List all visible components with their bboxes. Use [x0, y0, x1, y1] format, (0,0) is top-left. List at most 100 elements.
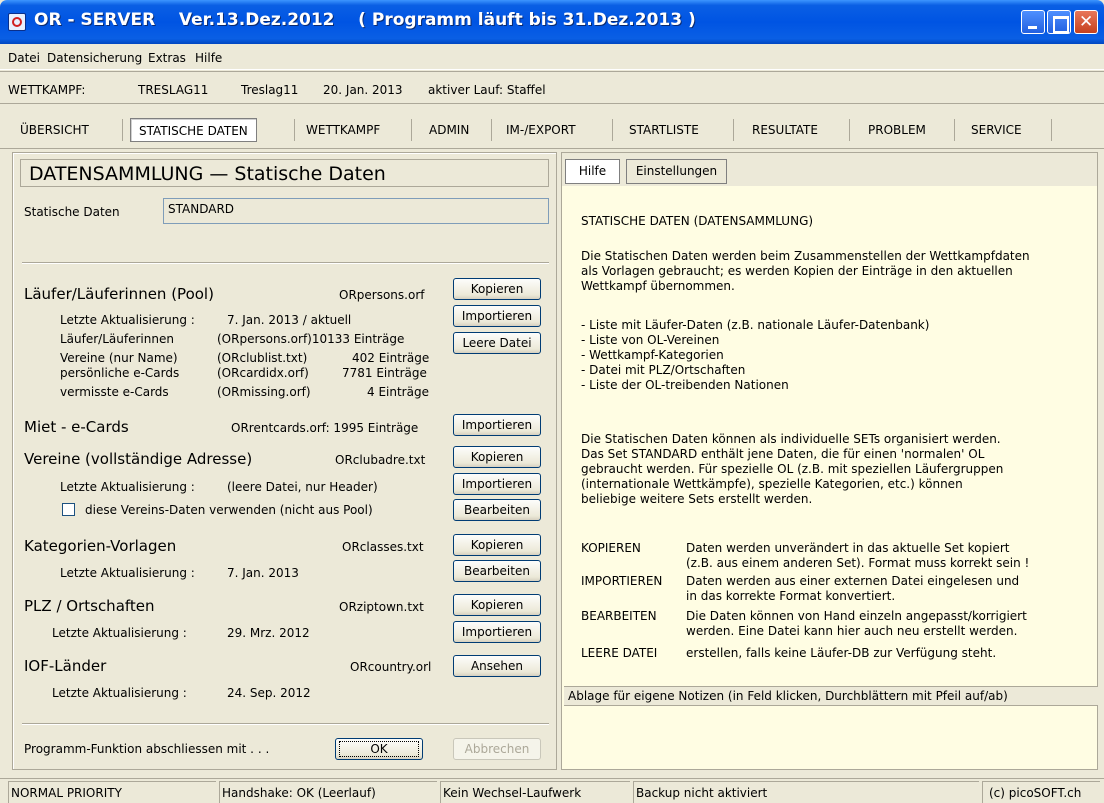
missing-row-label: vermisste e-Cards: [60, 385, 169, 399]
panel-title-box: DATENSAMMLUNG — Statische Daten: [20, 159, 549, 187]
clubs-row-label: Vereine (nur Name): [60, 351, 178, 365]
iof-file: ORcountry.orl: [350, 660, 432, 674]
menu-extras[interactable]: Extras: [148, 51, 186, 65]
wettkampf-label: WETTKAMPF:: [8, 83, 86, 97]
competition-info-bar: WETTKAMPF: TRESLAG11 Treslag11 20. Jan. …: [0, 71, 1104, 104]
def-desc-importieren: Daten werden aus einer externen Datei ei…: [686, 574, 1020, 603]
help-list: - Liste mit Läufer-Daten (z.B. nationale…: [581, 318, 930, 392]
menu-hilfe[interactable]: Hilfe: [195, 51, 222, 65]
footer-label: Programm-Funktion abschliessen mit . . .: [24, 742, 270, 756]
def-term-importieren: IMPORTIEREN: [581, 574, 663, 588]
iof-heading: IOF-Länder: [24, 657, 107, 675]
status-backup: Backup nicht aktiviert: [633, 781, 979, 803]
ok-button[interactable]: OK: [335, 738, 423, 760]
panel-title: DATENSAMMLUNG — Statische Daten: [29, 163, 386, 185]
categories-update-value: 7. Jan. 2013: [227, 566, 299, 580]
iof-ansehen-button[interactable]: Ansehen: [453, 655, 541, 677]
tab-admin[interactable]: ADMIN: [421, 118, 477, 142]
divider: [22, 723, 549, 725]
divider: [22, 262, 549, 264]
clubs-update-label: Letzte Aktualisierung :: [60, 480, 195, 494]
def-desc-kopieren: Daten werden unverändert in das aktuelle…: [686, 541, 1030, 570]
help-title: STATISCHE DATEN (DATENSAMMLUNG): [581, 214, 814, 228]
help-paragraph-2: Die Statischen Daten können als individu…: [581, 432, 1004, 506]
runners-leere-datei-button[interactable]: Leere Datei: [453, 332, 541, 354]
maximize-button[interactable]: [1047, 10, 1071, 34]
missing-row-file: (ORmissing.orf): [217, 385, 311, 399]
minimize-button[interactable]: [1021, 10, 1045, 34]
clubs-file: ORclubadre.txt: [335, 453, 426, 467]
plz-update-value: 29. Mrz. 2012: [227, 626, 310, 640]
def-term-bearbeiten: BEARBEITEN: [581, 609, 657, 623]
abbrechen-button[interactable]: Abbrechen: [453, 738, 541, 760]
tab-separator: [294, 119, 295, 141]
tab-resultate[interactable]: RESULTATE: [744, 118, 826, 142]
close-icon: ✕: [1079, 12, 1094, 32]
tab-separator: [612, 119, 613, 141]
tab-separator: [122, 119, 123, 141]
clubs-update-value: (leere Datei, nur Header): [227, 480, 378, 494]
runners-row-label: Läufer/Läuferinnen: [60, 332, 174, 346]
def-desc-bearbeiten: Die Daten können von Hand einzeln angepa…: [686, 609, 1027, 638]
clubs-bearbeiten-button[interactable]: Bearbeiten: [453, 499, 541, 521]
status-copyright: (c) picoSOFT.ch: [982, 781, 1100, 803]
clubs-kopieren-button[interactable]: Kopieren: [453, 446, 541, 468]
clubs-importieren-button[interactable]: Importieren: [453, 473, 541, 495]
tab-separator: [1051, 119, 1052, 141]
tab-hilfe[interactable]: Hilfe: [565, 159, 620, 184]
tab-problem[interactable]: PROBLEM: [860, 118, 934, 142]
iof-update-label: Letzte Aktualisierung :: [52, 686, 187, 700]
use-club-data-checkbox[interactable]: [62, 503, 75, 516]
menu-datensicherung[interactable]: Datensicherung: [47, 51, 142, 65]
missing-row-count: 4 Einträge: [367, 385, 429, 399]
categories-kopieren-button[interactable]: Kopieren: [453, 534, 541, 556]
window-title: OR - SERVER Ver.13.Dez.2012 ( Programm l…: [34, 10, 696, 30]
menu-bar: Datei Datensicherung Extras Hilfe: [0, 44, 1104, 70]
def-term-kopieren: KOPIEREN: [581, 541, 641, 555]
clubs-row-count: 402 Einträge: [352, 351, 430, 365]
use-club-data-label: diese Vereins-Daten verwenden (nicht aus…: [85, 503, 373, 517]
notes-bar[interactable]: Ablage für eigene Notizen (in Feld klick…: [564, 686, 1098, 706]
runners-file: ORpersons.orf: [339, 288, 425, 302]
categories-update-label: Letzte Aktualisierung :: [60, 566, 195, 580]
tab-wettkampf[interactable]: WETTKAMPF: [298, 118, 388, 142]
close-button[interactable]: ✕: [1074, 10, 1098, 34]
menu-datei[interactable]: Datei: [8, 51, 40, 65]
runners-update-value: 7. Jan. 2013 / aktuell: [227, 313, 352, 327]
ok-button-label: OK: [339, 741, 419, 757]
tab-separator: [411, 119, 412, 141]
clubs-row-file: (ORclublist.txt): [217, 351, 308, 365]
runners-row-file: (ORpersons.orf)10133 Einträge: [217, 332, 405, 346]
plz-update-label: Letzte Aktualisierung :: [52, 626, 187, 640]
ecards-row-count: 7781 Einträge: [342, 366, 427, 380]
categories-bearbeiten-button[interactable]: Bearbeiten: [453, 560, 541, 582]
rental-importieren-button[interactable]: Importieren: [453, 414, 541, 436]
status-handshake: Handshake: OK (Leerlauf): [219, 781, 437, 803]
ecards-row-file: (ORcardidx.orf): [217, 366, 309, 380]
tab-separator: [849, 119, 850, 141]
runners-update-label: Letzte Aktualisierung :: [60, 313, 195, 327]
status-priority: NORMAL PRIORITY: [8, 781, 216, 803]
main-tab-bar: ÜBERSICHT STATISCHE DATEN WETTKAMPF ADMI…: [0, 105, 1104, 149]
categories-heading: Kategorien-Vorlagen: [24, 537, 177, 555]
plz-heading: PLZ / Ortschaften: [24, 597, 155, 615]
categories-file: ORclasses.txt: [342, 540, 424, 554]
tab-separator: [491, 119, 492, 141]
plz-importieren-button[interactable]: Importieren: [453, 621, 541, 643]
tab-im-export[interactable]: IM-/EXPORT: [498, 118, 584, 142]
tab-einstellungen[interactable]: Einstellungen: [626, 159, 727, 184]
def-desc-leere-datei: erstellen, falls keine Läufer-DB zur Ver…: [686, 646, 997, 660]
active-run: aktiver Lauf: Staffel: [428, 83, 546, 97]
tab-uebersicht[interactable]: ÜBERSICHT: [12, 118, 97, 142]
runners-importieren-button[interactable]: Importieren: [453, 305, 541, 327]
app-icon[interactable]: [8, 13, 26, 31]
def-term-leere-datei: LEERE DATEI: [581, 646, 658, 660]
static-data-set-field[interactable]: STANDARD: [163, 198, 549, 224]
tab-statische-daten[interactable]: STATISCHE DATEN: [130, 118, 257, 142]
runners-kopieren-button[interactable]: Kopieren: [453, 278, 541, 300]
plz-file: ORziptown.txt: [339, 600, 424, 614]
notes-field[interactable]: [564, 707, 1097, 769]
tab-service[interactable]: SERVICE: [963, 118, 1030, 142]
tab-startliste[interactable]: STARTLISTE: [621, 118, 707, 142]
plz-kopieren-button[interactable]: Kopieren: [453, 594, 541, 616]
